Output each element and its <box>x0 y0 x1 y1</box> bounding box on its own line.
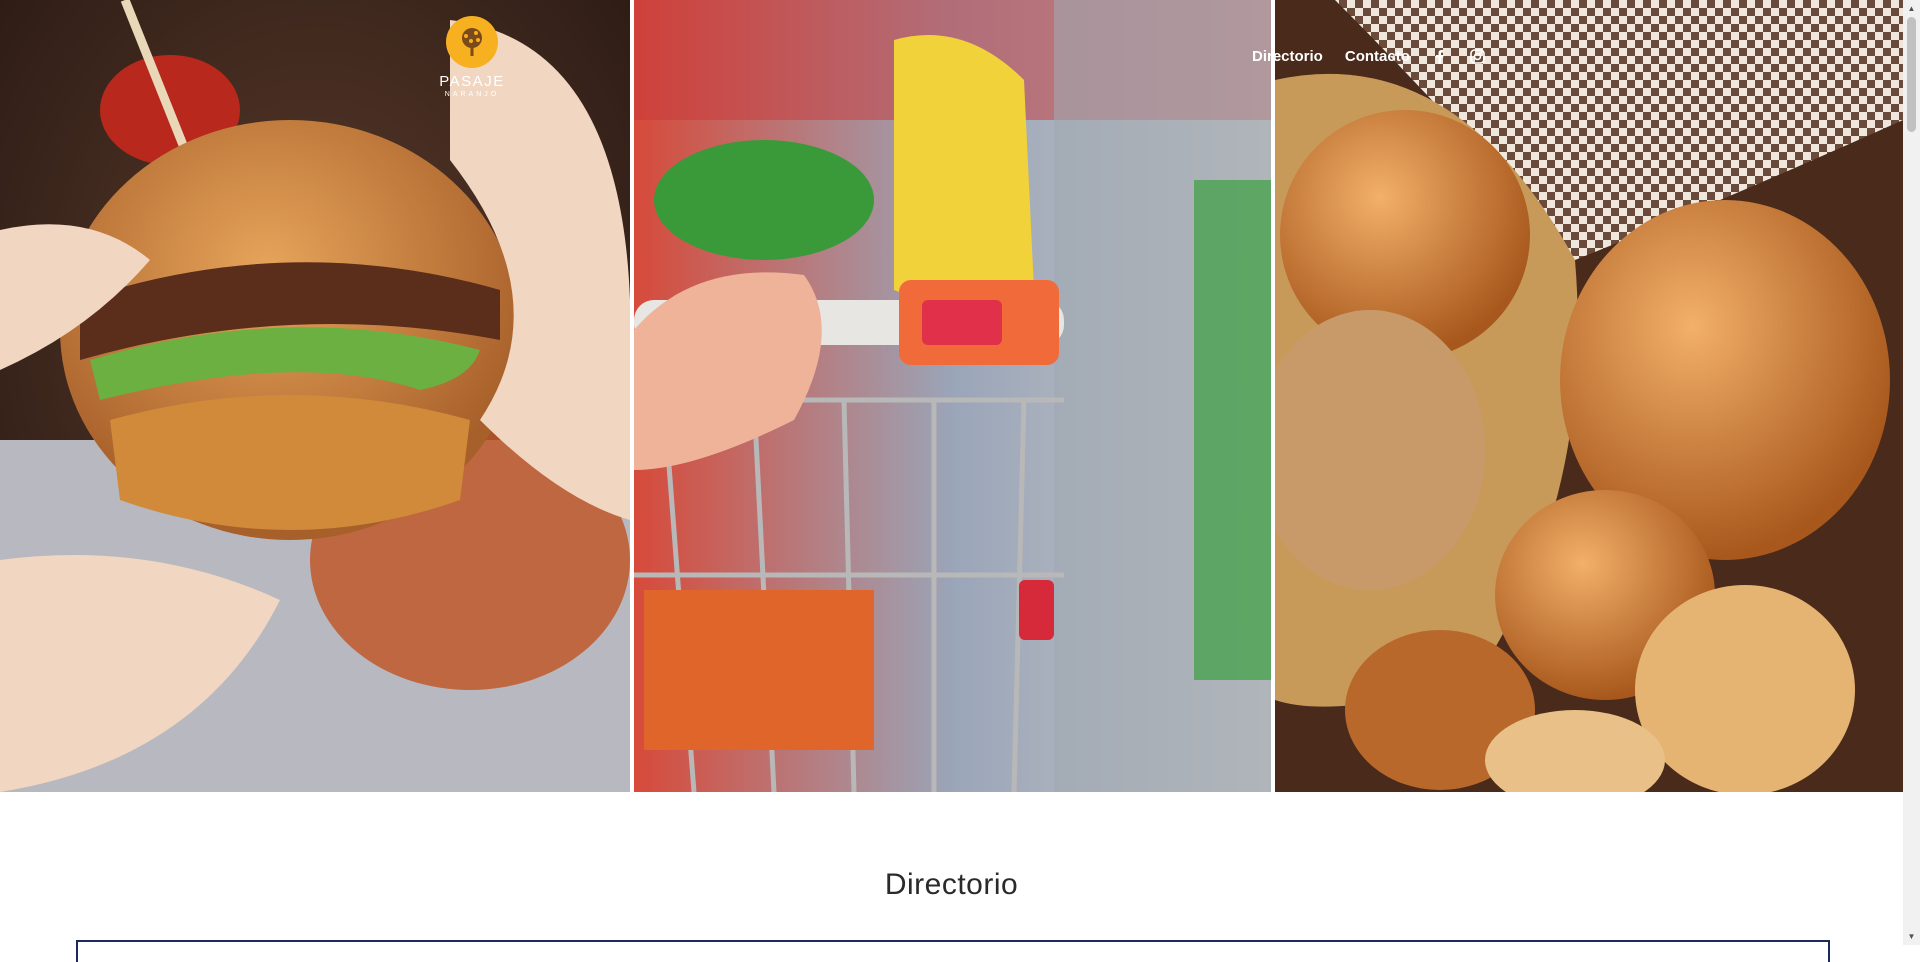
nav-link-contacto[interactable]: Contacto <box>1345 48 1410 65</box>
brand-name: PASAJE <box>439 73 505 90</box>
hero-image-burger <box>0 0 630 792</box>
nav-link-directorio[interactable]: Directorio <box>1252 48 1323 65</box>
facebook-icon[interactable] <box>1432 49 1448 65</box>
brand-logo[interactable]: PASAJE NARANJO <box>437 16 507 98</box>
scroll-thumb[interactable] <box>1907 17 1916 132</box>
tree-icon <box>446 16 498 68</box>
hero-image-shopping-cart <box>634 0 1271 792</box>
page-scrollbar[interactable]: ▲ ▼ <box>1903 0 1920 945</box>
scroll-up-icon[interactable]: ▲ <box>1903 0 1920 17</box>
hero-gallery <box>0 0 1903 792</box>
main-nav: Directorio Contacto <box>1252 48 1486 65</box>
directory-container <box>76 940 1830 962</box>
brand-subtitle: NARANJO <box>444 91 500 98</box>
section-title-directorio: Directorio <box>884 868 1019 901</box>
instagram-icon[interactable] <box>1470 49 1486 65</box>
hero-image-bread <box>1275 0 1903 792</box>
scroll-down-icon[interactable]: ▼ <box>1903 928 1920 945</box>
